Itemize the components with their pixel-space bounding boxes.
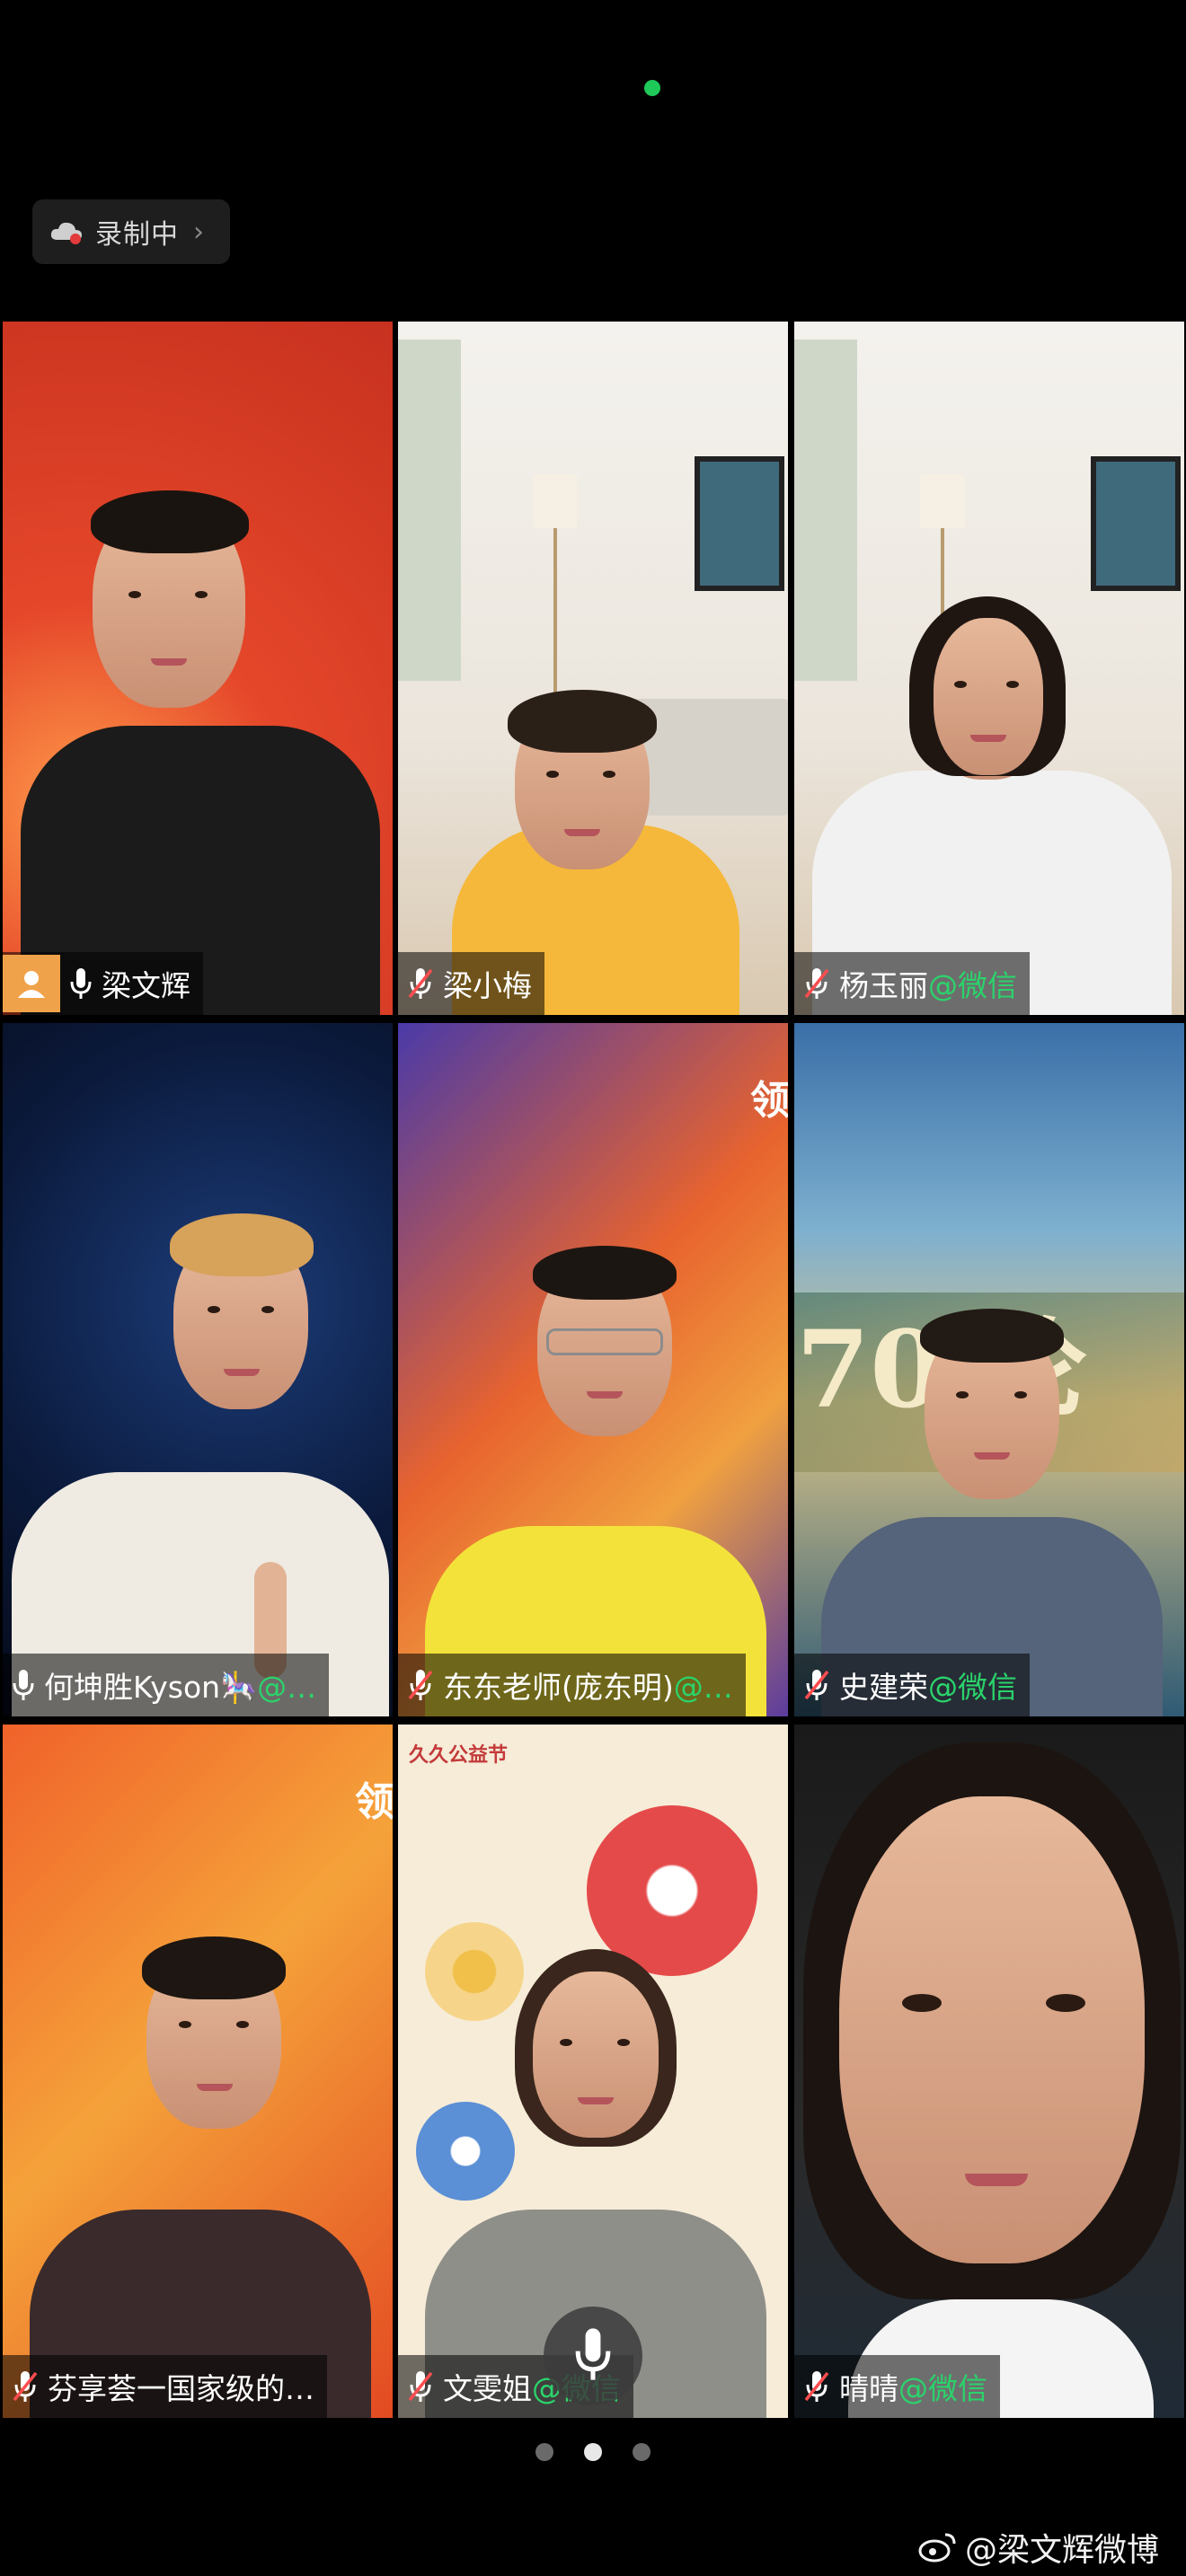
recording-status-button[interactable]: 录制中 › <box>32 199 230 264</box>
video-grid: 梁文辉 梁小梅 杨玉丽@微信 何坤胜Kyson🎠@… 领 东东老师(庞东明)@…… <box>0 322 1186 2418</box>
video-tile-2[interactable]: 梁小梅 <box>398 322 788 1015</box>
video-tile-5[interactable]: 领 东东老师(庞东明)@… <box>398 1023 788 1716</box>
microphone-muted-icon <box>803 966 830 1001</box>
microphone-icon <box>12 1668 35 1702</box>
microphone-muted-icon <box>803 2369 830 2404</box>
participant-name-bar: 何坤胜Kyson🎠@… <box>3 1654 330 1716</box>
video-tile-9[interactable]: 晴晴@微信 <box>794 1725 1184 2418</box>
participant-name-bar: 东东老师(庞东明)@… <box>398 1654 746 1716</box>
participant-name: 史建荣@微信 <box>839 1670 1017 1705</box>
participant-name: 梁小梅 <box>443 968 532 1003</box>
watermark: @梁文辉微博 <box>918 2524 1159 2571</box>
cloud-recording-icon <box>49 218 84 245</box>
weibo-logo-icon <box>918 2531 958 2563</box>
video-tile-1[interactable]: 梁文辉 <box>3 322 393 1015</box>
status-indicator-dot <box>644 80 660 96</box>
participant-name-bar: 晴晴@微信 <box>794 2355 1000 2418</box>
chevron-right-icon: › <box>193 216 204 248</box>
microphone-muted-icon <box>12 2369 39 2404</box>
microphone-icon <box>69 966 93 1001</box>
background-text: 领 <box>355 1779 393 1825</box>
page-indicator <box>0 2443 1186 2461</box>
microphone-icon <box>573 2325 613 2386</box>
participant-name-bar: 史建荣@微信 <box>794 1654 1030 1716</box>
participant-name: 晴晴@微信 <box>839 2371 987 2406</box>
participant-name: 梁文辉 <box>102 968 190 1003</box>
microphone-muted-icon <box>407 2369 434 2404</box>
microphone-muted-icon <box>407 966 434 1001</box>
background-text: 领 <box>750 1078 788 1124</box>
floating-microphone-button[interactable] <box>544 2307 642 2405</box>
recording-label: 录制中 <box>95 219 179 251</box>
participant-name-bar: 杨玉丽@微信 <box>794 952 1030 1015</box>
participant-name: 东东老师(庞东明)@… <box>443 1670 733 1705</box>
video-tile-7[interactable]: 领 芬享荟一国家级的… <box>3 1725 393 2418</box>
participant-name-bar: 梁小梅 <box>398 952 544 1015</box>
participant-name-bar: 芬享荟一国家级的… <box>3 2355 327 2418</box>
page-dot[interactable] <box>535 2443 553 2461</box>
participant-name: 芬享荟一国家级的… <box>48 2371 314 2406</box>
page-dot[interactable] <box>633 2443 651 2461</box>
participant-name: 杨玉丽@微信 <box>839 968 1017 1003</box>
video-tile-6[interactable]: 70 伦 史建荣@微信 <box>794 1023 1184 1716</box>
background-text: 久久公益节 <box>409 1744 509 1767</box>
host-avatar-icon <box>3 955 60 1012</box>
participant-name-bar: 梁文辉 <box>3 952 203 1015</box>
microphone-muted-icon <box>803 1668 830 1702</box>
page-dot-active[interactable] <box>584 2443 602 2461</box>
video-tile-3[interactable]: 杨玉丽@微信 <box>794 322 1184 1015</box>
watermark-text: @梁文辉微博 <box>964 2532 1159 2569</box>
microphone-muted-icon <box>407 1668 434 1702</box>
video-tile-4[interactable]: 何坤胜Kyson🎠@… <box>3 1023 393 1716</box>
participant-name: 何坤胜Kyson🎠@… <box>44 1670 317 1705</box>
